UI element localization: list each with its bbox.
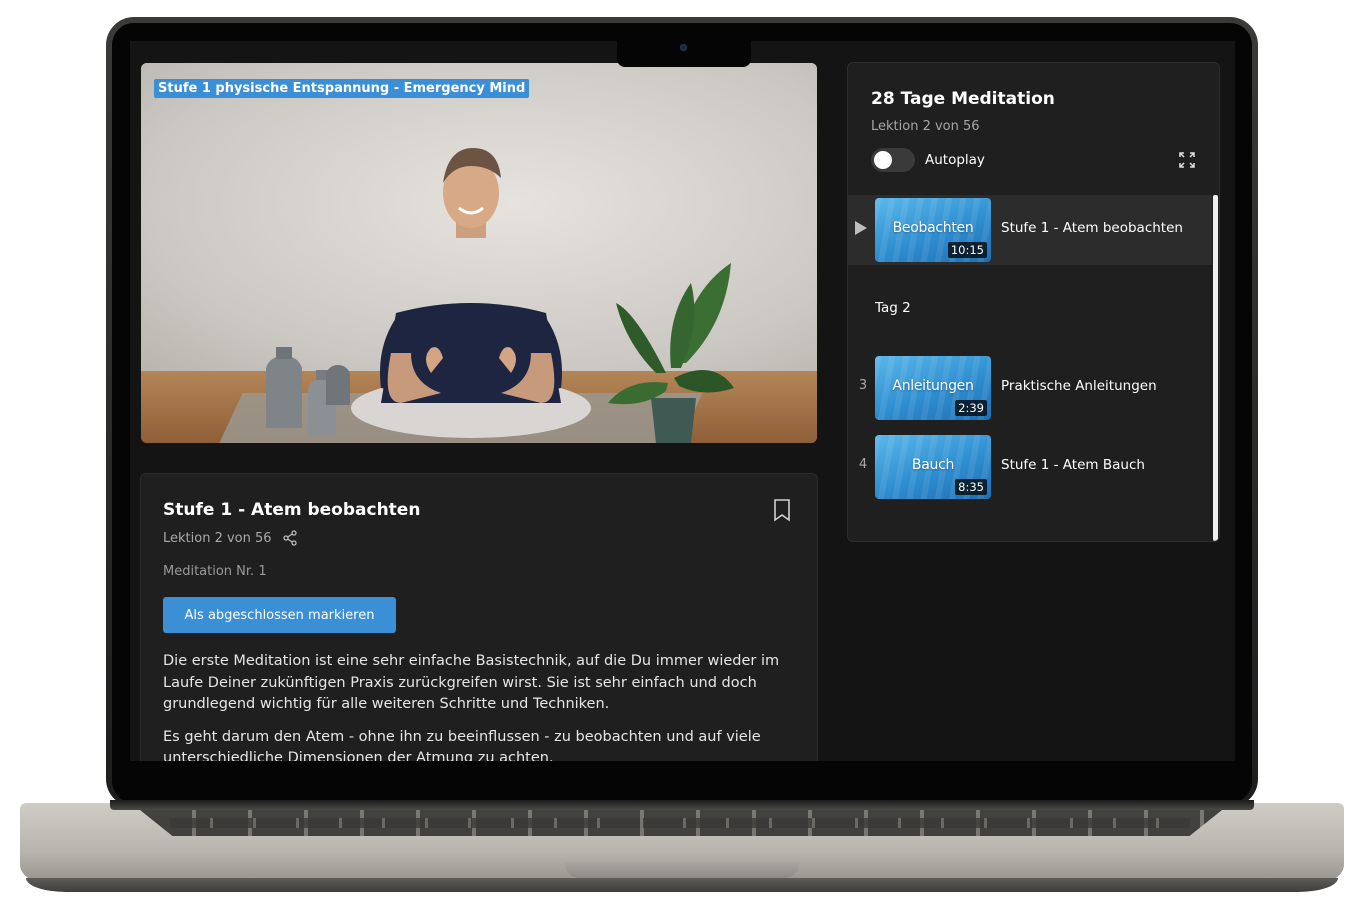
autoplay-toggle[interactable] <box>871 148 915 172</box>
play-icon <box>855 221 867 235</box>
playlist-item-active[interactable]: Beobachten 10:15 Stufe 1 - Atem beobacht… <box>848 195 1212 265</box>
webcam-icon <box>680 44 687 51</box>
playlist-item[interactable]: 4 Bauch 8:35 Stufe 1 - Atem Bauch <box>848 432 1212 502</box>
course-position: Lektion 2 von 56 <box>871 119 980 134</box>
bookmark-icon[interactable] <box>771 498 793 522</box>
lesson-card: Stufe 1 - Atem beobachten Lektion 2 von … <box>140 473 818 761</box>
expand-icon[interactable] <box>1178 151 1196 169</box>
thumbnail-caption: Anleitungen <box>892 378 974 394</box>
lesson-description: Die erste Meditation ist eine sehr einfa… <box>163 651 793 761</box>
app-screen: Stufe 1 physische Entspannung - Emergenc… <box>130 41 1235 761</box>
description-paragraph: Die erste Meditation ist eine sehr einfa… <box>163 653 780 712</box>
trackpad-notch <box>565 862 799 878</box>
thumbnail-caption: Bauch <box>911 457 955 473</box>
lesson-thumbnail: Bauch 8:35 <box>875 435 991 499</box>
duration-badge: 8:35 <box>955 479 987 495</box>
playlist-item-title: Stufe 1 - Atem beobachten <box>1001 220 1183 236</box>
autoplay-label: Autoplay <box>925 152 985 168</box>
description-paragraph: Es geht darum den Atem - ohne ihn zu bee… <box>163 728 761 762</box>
playlist-item-title: Stufe 1 - Atem Bauch <box>1001 457 1145 473</box>
thumbnail-caption: Beobachten <box>892 220 974 236</box>
item-number: 3 <box>858 378 868 393</box>
video-player[interactable]: Stufe 1 physische Entspannung - Emergenc… <box>141 63 817 443</box>
laptop-foot <box>26 878 1338 892</box>
plant-illustration <box>608 263 734 443</box>
item-number: 4 <box>858 457 868 472</box>
playlist-sidebar: 28 Tage Meditation Lektion 2 von 56 Auto… <box>847 62 1220 542</box>
lesson-meta: Meditation Nr. 1 <box>163 564 267 579</box>
playlist-scrollbar[interactable] <box>1213 195 1218 541</box>
instructor-figure <box>351 148 591 438</box>
course-title: 28 Tage Meditation <box>871 89 1055 109</box>
keyboard-row <box>170 818 1190 828</box>
lesson-thumbnail: Anleitungen 2:39 <box>875 356 991 420</box>
lesson-position-row: Lektion 2 von 56 <box>163 530 298 546</box>
lesson-position: Lektion 2 von 56 <box>163 530 272 546</box>
video-title-overlay: Stufe 1 physische Entspannung - Emergenc… <box>154 79 530 98</box>
lesson-title: Stufe 1 - Atem beobachten <box>163 500 421 520</box>
day-label: Tag 2 <box>875 300 911 316</box>
laptop-hinge <box>110 800 1254 810</box>
mark-complete-button[interactable]: Als abgeschlossen markieren <box>163 597 396 633</box>
duration-badge: 2:39 <box>955 400 987 416</box>
lesson-thumbnail: Beobachten 10:15 <box>875 198 991 262</box>
playlist-item[interactable]: 3 Anleitungen 2:39 Praktische Anleitunge… <box>848 353 1212 423</box>
duration-badge: 10:15 <box>947 242 987 258</box>
toggle-knob <box>874 151 892 169</box>
playlist-item-title: Praktische Anleitungen <box>1001 378 1157 394</box>
share-icon[interactable] <box>282 530 298 546</box>
